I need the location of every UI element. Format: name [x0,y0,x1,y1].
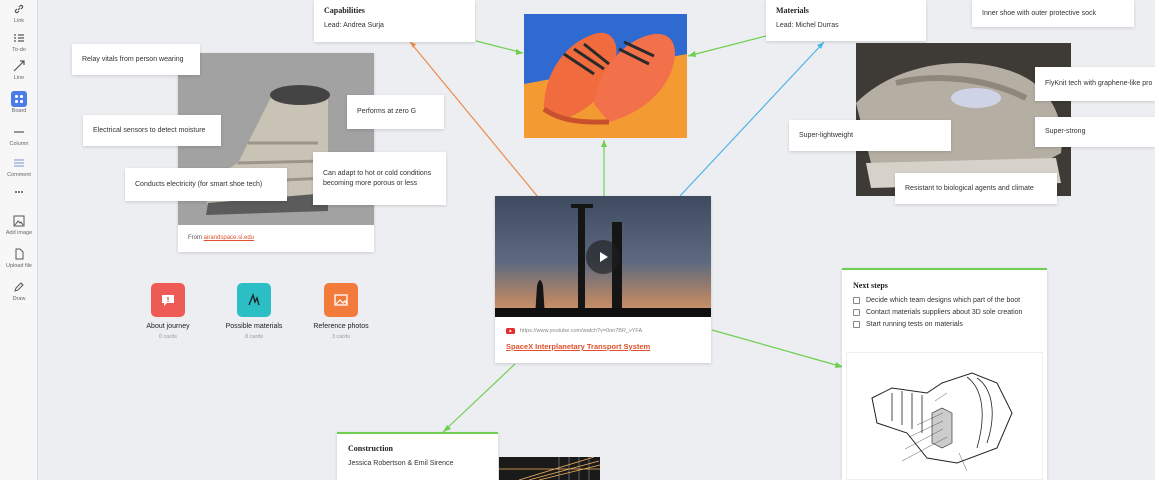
checkbox[interactable] [853,309,860,316]
video-title-link[interactable]: SpaceX Interplanetary Transport System [506,342,650,351]
video-url-row: https://www.youtube.com/watch?v=0on7BR_v… [506,328,642,334]
zero-g-note[interactable]: Performs at zero G [347,95,444,129]
todo-item[interactable]: Start running tests on materials [853,321,1043,328]
comment-alert-icon [151,283,185,317]
boot-source-link[interactable]: airandspace.si.edu [204,235,254,241]
super-lightweight-text: Super-lightweight [799,131,854,139]
sensors-note[interactable]: Electrical sensors to detect moisture [83,115,221,146]
play-icon [600,252,608,262]
super-strong-note[interactable]: Super-strong [1035,117,1155,147]
construction-title: Construction [348,444,393,453]
youtube-icon [506,328,515,334]
construction-image[interactable] [499,457,600,480]
boot-source-prefix: From [188,235,204,241]
conducts-text: Conducts electricity (for smart shoe tec… [135,180,263,188]
checkbox[interactable] [853,297,860,304]
capabilities-card[interactable]: Capabilities Lead: Andrea Surja [314,0,475,42]
next-steps-title: Next steps [853,281,888,290]
todo-item[interactable]: Decide which team designs which part of … [853,297,1043,304]
scribble-icon [237,283,271,317]
inner-shoe-note-text: Inner shoe with outer protective sock [982,9,1097,17]
board-about-journey-count: 0 cards [158,334,178,340]
boot-image-source: From airandspace.si.edu [188,235,254,241]
board-possible-materials-title: Possible materials [225,323,283,330]
checkbox[interactable] [853,321,860,328]
inner-shoe-note[interactable]: Inner shoe with outer protective sock [972,0,1134,27]
super-lightweight-note[interactable]: Super-lightweight [789,120,951,151]
board-reference-photos[interactable]: Reference photos 3 cards [296,283,386,340]
materials-title: Materials [776,6,809,15]
zero-g-text: Performs at zero G [357,108,417,116]
next-steps-list: Decide which team designs which part of … [853,297,1043,333]
board-about-journey-title: About journey [146,323,190,330]
capabilities-lead: Lead: Andrea Surja [324,22,384,29]
boot-diagram-image [846,352,1043,480]
resistant-note[interactable]: Resistant to biological agents and clima… [895,173,1057,204]
todo-item-text: Start running tests on materials [866,321,963,328]
flyknit-note[interactable]: FlyKnit tech with graphene-like pro [1035,67,1155,101]
video-card[interactable]: https://www.youtube.com/watch?v=0on7BR_v… [495,196,711,363]
flyknit-text: FlyKnit tech with graphene-like pro [1045,80,1153,88]
board-about-journey[interactable]: About journey 0 cards [123,283,213,340]
sneaker-image[interactable] [524,14,687,138]
photos-icon [324,283,358,317]
board-possible-materials[interactable]: Possible materials 8 cards [209,283,299,340]
play-button[interactable] [586,240,620,274]
construction-card[interactable]: Construction Jessica Robertson & Emil Si… [337,432,498,480]
board-reference-photos-count: 3 cards [331,334,351,340]
video-url: https://www.youtube.com/watch?v=0on7BR_v… [520,328,643,334]
construction-sub: Jessica Robertson & Emil Sirence [348,460,454,467]
todo-item[interactable]: Contact materials suppliers about 3D sol… [853,309,1043,316]
relay-vitals-note[interactable]: Relay vitals from person wearing [72,44,200,75]
capabilities-title: Capabilities [324,6,365,15]
todo-item-text: Contact materials suppliers about 3D sol… [866,309,1023,316]
materials-lead: Lead: Michel Durras [776,22,839,29]
todo-item-text: Decide which team designs which part of … [866,297,1021,304]
materials-card[interactable]: Materials Lead: Michel Durras [766,0,926,41]
adapt-note[interactable]: Can adapt to hot or cold conditions beco… [313,152,446,205]
adapt-text: Can adapt to hot or cold conditions beco… [323,170,432,187]
sensors-text: Electrical sensors to detect moisture [93,126,206,134]
board-possible-materials-count: 8 cards [244,334,264,340]
board-reference-photos-title: Reference photos [313,323,369,330]
next-steps-card[interactable]: Next steps Decide which team designs whi… [842,268,1047,480]
conducts-note[interactable]: Conducts electricity (for smart shoe tec… [125,168,287,201]
relay-vitals-text: Relay vitals from person wearing [82,55,184,63]
resistant-text: Resistant to biological agents and clima… [905,184,1034,192]
super-strong-text: Super-strong [1045,128,1086,136]
